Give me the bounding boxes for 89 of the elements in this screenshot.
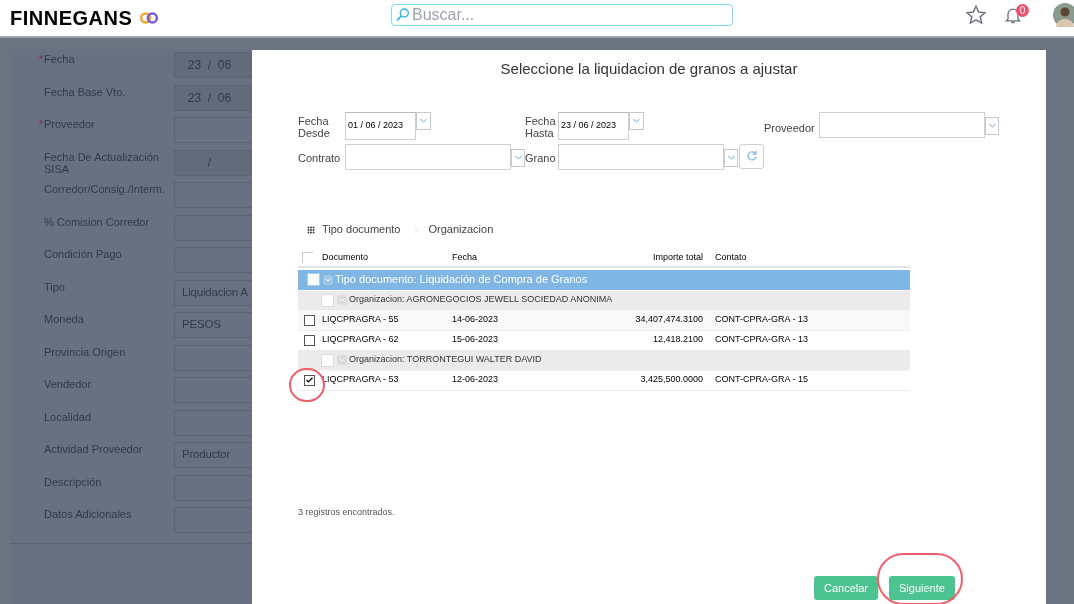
input-field[interactable] (174, 474, 252, 501)
refresh-button[interactable] (739, 143, 764, 169)
input-field[interactable] (174, 182, 252, 208)
dropdown-button[interactable] (416, 111, 431, 130)
field-value: / (207, 154, 212, 172)
subgroup-row[interactable]: Organizacion: AGRONEGOCIOS JEWELL SOCIEDAD ANONIMA (298, 290, 910, 311)
table-cell-text: 14-06-2023 (452, 313, 500, 327)
checkbox[interactable] (304, 314, 315, 326)
input-field[interactable] (174, 377, 252, 403)
input-field[interactable] (174, 247, 252, 273)
dropdown-button[interactable] (985, 116, 999, 135)
date-value: 01 / 06 / 2023 (348, 118, 404, 132)
input-field[interactable] (174, 214, 252, 241)
dialog-title: Seleccione la liquidacion de granos a ajustar (499, 59, 799, 79)
table-cell-text: 12,418.2100 (651, 333, 703, 347)
table-cell-text: LIQCPRAGRA - 62 (322, 333, 400, 347)
avatar-icon[interactable] (1053, 3, 1074, 27)
field-label: Provincia Origen (43, 345, 127, 358)
column-header[interactable]: Contato (703, 250, 910, 265)
column-header[interactable]: Importe total (600, 250, 703, 265)
dropdown-button[interactable] (629, 111, 644, 130)
field-label: Datos Adicionales (43, 508, 133, 520)
filter-label: Proveedor (764, 121, 816, 134)
grid-icon (306, 224, 316, 235)
field-label: Descripción (43, 475, 103, 488)
select-field[interactable] (345, 143, 511, 170)
group-label: Tipo documento: Liquidación de Compra de Granos (335, 272, 588, 288)
group-label: Organizacion: TORRONTEGUI WALTER DAVID (349, 353, 542, 367)
field-label: Vendedor (43, 378, 93, 390)
table-cell-text: CONT-CPRA-GRA - 13 (714, 333, 809, 347)
field-label: Tipo (43, 280, 66, 293)
notification-badge: 0 (1016, 4, 1029, 17)
table-cell-text: CONT-CPRA-GRA - 15 (714, 373, 809, 387)
field-label: Localidad (43, 410, 93, 423)
refresh-icon (744, 149, 759, 163)
star-icon[interactable] (965, 4, 987, 26)
table-cell-text: LIQCPRAGRA - 55 (322, 313, 400, 327)
filter-label: Fecha Hasta (525, 114, 557, 139)
search-icon (395, 7, 411, 23)
table-cell-text: 34,407,474.3100 (634, 313, 703, 327)
filter-label: Grano (525, 151, 557, 164)
field-value: Liquidacion A (182, 284, 248, 300)
logo-text: FINNEGANS (10, 6, 133, 31)
table-cell-text: CONT-CPRA-GRA - 13 (714, 313, 809, 327)
date-field[interactable]: 01 / 06 / 2023 (345, 111, 416, 140)
subgroup-row[interactable]: Organizacion: TORRONTEGUI WALTER DAVID (298, 350, 910, 371)
chevron-down-icon (338, 356, 346, 364)
date-value: 23 / 06 / 2023 (561, 118, 617, 132)
group-label: Organizacion: AGRONEGOCIOS JEWELL SOCIEDAD ANONIMA (349, 293, 613, 307)
field-label: Fecha De Actualización SISA (43, 150, 160, 175)
input-field[interactable] (174, 409, 252, 436)
column-header[interactable]: Documento (322, 250, 452, 265)
table-cell-text: 15-06-2023 (452, 333, 500, 347)
select-field[interactable] (558, 143, 724, 170)
record-count: 3 registros encontrados. (298, 505, 396, 519)
checkbox[interactable] (304, 374, 315, 386)
field-label: Fecha Base Vto. (43, 85, 127, 98)
checkbox[interactable] (304, 334, 315, 346)
field-label: Condición Pago (43, 248, 123, 260)
field-label: Fecha (43, 53, 76, 65)
required-mark: * (39, 118, 43, 130)
field-value: Productor (182, 447, 231, 463)
dropdown-button[interactable] (724, 148, 738, 167)
table-cell-text: 12-06-2023 (452, 373, 500, 387)
expand-toggle[interactable] (337, 295, 347, 305)
field-label: Moneda (43, 313, 85, 325)
chevron-down-icon (338, 296, 346, 304)
table-cell-text: 3,425,500.0000 (639, 373, 703, 387)
search-field[interactable]: Buscar... (391, 4, 733, 26)
field-label: Proveedor (43, 118, 96, 130)
field-value: PESOS (182, 317, 221, 333)
filter-label: Contrato (298, 151, 342, 164)
date-field[interactable]: 23 / 06 / 2023 (558, 111, 629, 140)
grouping-chip[interactable]: Tipo documento (322, 221, 401, 238)
expand-toggle[interactable] (337, 355, 347, 365)
expand-toggle[interactable] (323, 274, 333, 285)
column-header[interactable]: Fecha (452, 250, 600, 265)
input-field[interactable] (174, 507, 252, 533)
input-field[interactable] (174, 117, 252, 143)
check-icon (305, 375, 314, 385)
grouping-chip[interactable]: Organizacion (428, 221, 494, 238)
dropdown-button[interactable] (511, 148, 525, 167)
table-row[interactable]: LIQCPRAGRA - 55 14-06-2023 34,407,474.3100 CONT-CPRA-GRA - 13 (298, 310, 910, 331)
field-label: Actividad Proveedor (43, 443, 144, 455)
input-field[interactable] (174, 344, 252, 371)
filter-label: Fecha Desde (298, 114, 331, 139)
required-mark: * (39, 53, 43, 65)
select-field[interactable] (819, 111, 985, 138)
field-label: Corredor/Consig./Interm. (43, 183, 167, 195)
